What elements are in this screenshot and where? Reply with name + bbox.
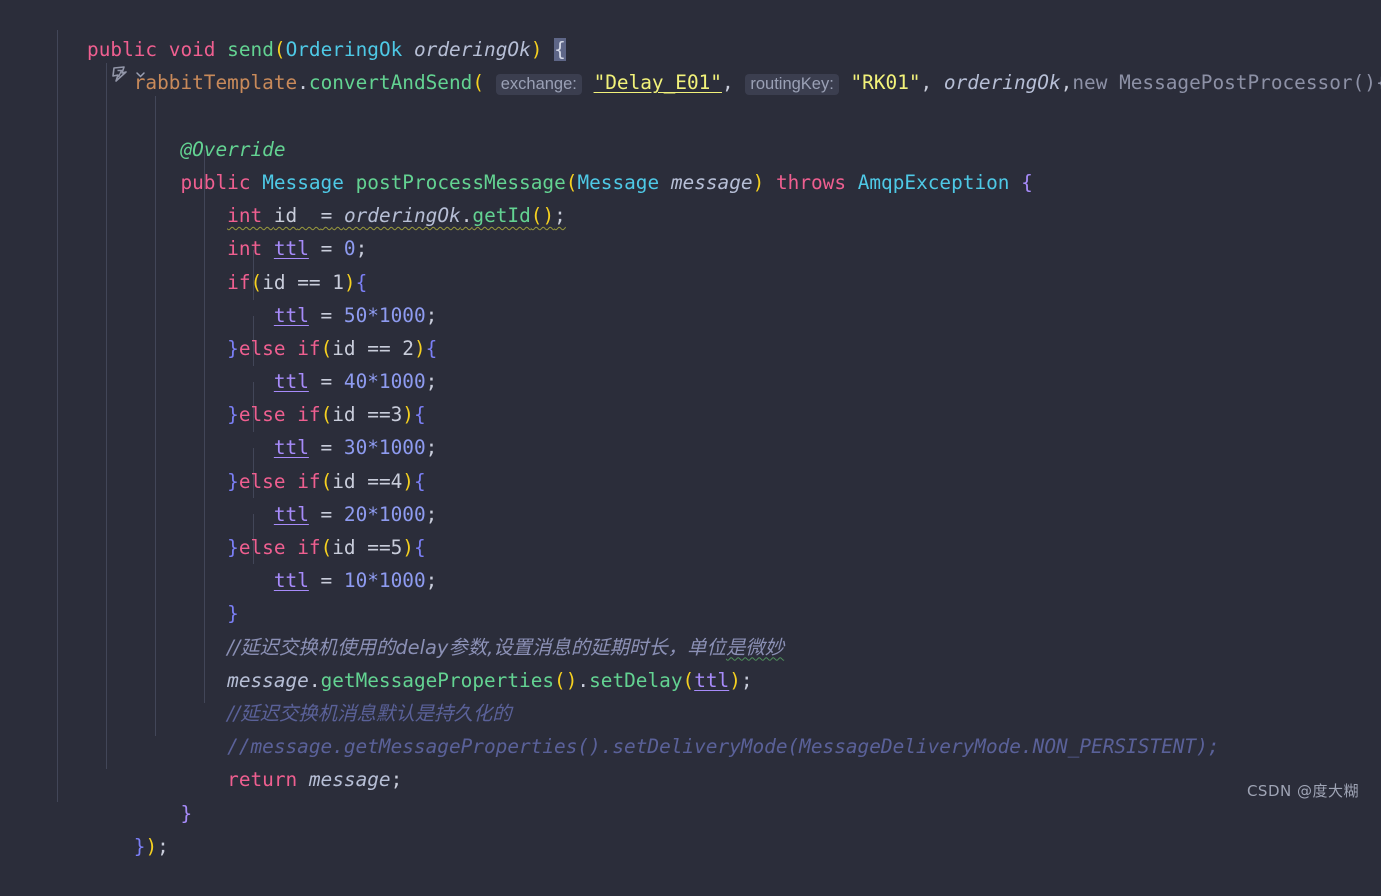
watermark-csdn: CSDN @度大糊 — [1246, 782, 1359, 800]
code-line-13[interactable]: ttl = 30*1000; — [0, 398, 1381, 459]
code-line-19[interactable]: //延迟交换机使用的delay参数,设置消息的延期时长，单位是微妙 — [0, 597, 1381, 659]
code-line-1[interactable]: public void send(OrderingOk orderingOk) … — [0, 0, 1381, 62]
semicolon: ; — [157, 834, 169, 858]
code-line-15[interactable]: ttl = 20*1000; — [0, 465, 1381, 526]
lambda-convert-icon[interactable] — [110, 64, 130, 84]
chevron-down-icon[interactable] — [134, 68, 147, 81]
code-line-16[interactable]: }else if(id ==5){ — [0, 498, 1381, 559]
code-line-8[interactable]: if(id == 1){ — [0, 232, 1381, 294]
code-lines[interactable]: public void send(OrderingOk orderingOk) … — [0, 0, 1381, 858]
code-line-17[interactable]: ttl = 10*1000; — [0, 531, 1381, 592]
code-line-12[interactable]: }else if(id ==3){ — [0, 365, 1381, 426]
paren-close: ) — [145, 834, 158, 858]
code-line-25[interactable]: }); — [0, 797, 1381, 858]
code-line-20[interactable]: message.getMessageProperties().setDelay(… — [0, 631, 1381, 692]
code-line-5[interactable]: public Message postProcessMessage(Messag… — [0, 133, 1381, 194]
code-line-9[interactable]: ttl = 50*1000; — [0, 266, 1381, 327]
code-line-3-intention-row[interactable] — [0, 66, 1381, 99]
intention-action-widget[interactable] — [110, 62, 147, 86]
code-line-6[interactable]: int id = orderingOk.getId(); — [0, 166, 1381, 227]
code-line-23[interactable]: return message; — [0, 730, 1381, 791]
code-line-21[interactable]: //延迟交换机消息默认是持久化的 — [0, 664, 1381, 725]
code-line-22[interactable]: //message.getMessageProperties().setDeli… — [0, 697, 1381, 758]
code-line-11[interactable]: ttl = 40*1000; — [0, 332, 1381, 393]
code-line-2[interactable]: rabbitTemplate.convertAndSend( exchange:… — [0, 33, 1381, 96]
code-line-14[interactable]: }else if(id ==4){ — [0, 431, 1381, 493]
code-line-10[interactable]: }else if(id == 2){ — [0, 299, 1381, 360]
code-line-18[interactable]: } — [0, 564, 1381, 625]
code-line-4[interactable]: @Override — [0, 100, 1381, 161]
code-line-7[interactable]: int ttl = 0; — [0, 199, 1381, 260]
code-editor[interactable]: public void send(OrderingOk orderingOk) … — [0, 0, 1381, 858]
code-line-24[interactable]: } — [0, 763, 1381, 825]
brace-close: } — [133, 834, 146, 858]
